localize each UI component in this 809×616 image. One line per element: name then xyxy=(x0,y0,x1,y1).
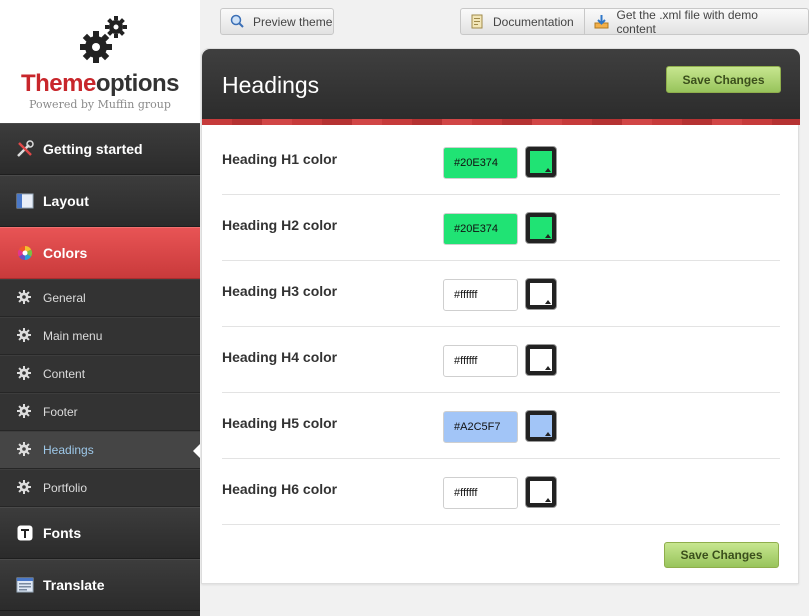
sidebar-subitem-content[interactable]: Content xyxy=(0,355,200,393)
sidebar-nav: Getting started Layout Colors General Ma… xyxy=(0,123,200,611)
sidebar-subitem-label: General xyxy=(43,291,86,305)
logo-subtitle: Powered by Muffin group xyxy=(29,98,171,111)
translate-icon xyxy=(16,576,34,594)
document-icon xyxy=(470,14,486,30)
documentation-button[interactable]: Documentation xyxy=(461,9,584,34)
sidebar-subitem-portfolio[interactable]: Portfolio xyxy=(0,469,200,507)
documentation-label: Documentation xyxy=(493,14,574,29)
swatch-color xyxy=(530,283,552,305)
gear-icon xyxy=(17,480,33,496)
gear-icon xyxy=(17,442,33,458)
color-value-field[interactable]: #ffffff xyxy=(443,477,518,509)
setting-label: Heading H4 color xyxy=(222,349,338,365)
sidebar-item-fonts[interactable]: Fonts xyxy=(0,507,200,559)
active-indicator-arrow xyxy=(193,444,200,458)
setting-row-h3: Heading H3 color #ffffff xyxy=(222,261,780,327)
gear-icon xyxy=(17,328,33,344)
logo-title: Themeoptions xyxy=(20,70,180,97)
setting-label: Heading H3 color xyxy=(222,283,338,299)
gears-logo-icon xyxy=(80,16,127,63)
color-value-field[interactable]: #A2C5F7 xyxy=(443,411,518,443)
sidebar-item-colors[interactable]: Colors xyxy=(0,227,200,279)
color-picker-swatch[interactable] xyxy=(525,212,557,244)
sidebar-subitem-label: Footer xyxy=(43,405,78,419)
save-changes-button-top[interactable]: Save Changes xyxy=(666,66,781,93)
sidebar-item-translate[interactable]: Translate xyxy=(0,559,200,611)
panel-header: Headings Save Changes xyxy=(202,49,800,119)
sidebar-item-label: Fonts xyxy=(43,525,82,541)
sidebar-item-layout[interactable]: Layout xyxy=(0,175,200,227)
preview-theme-button[interactable]: Preview theme xyxy=(220,8,334,35)
gear-icon xyxy=(17,290,33,306)
setting-row-h2: Heading H2 color #20E374 xyxy=(222,195,780,261)
color-value-field[interactable]: #ffffff xyxy=(443,279,518,311)
swatch-color xyxy=(530,349,552,371)
sidebar-subitem-label: Main menu xyxy=(43,329,103,343)
sidebar-subitem-general[interactable]: General xyxy=(0,279,200,317)
sidebar-item-label: Colors xyxy=(43,245,88,261)
gear-icon xyxy=(17,404,33,420)
swatch-color xyxy=(530,415,552,437)
setting-row-h4: Heading H4 color #ffffff xyxy=(222,327,780,393)
setting-label: Heading H5 color xyxy=(222,415,338,431)
color-picker-swatch[interactable] xyxy=(525,344,557,376)
color-picker-swatch[interactable] xyxy=(525,476,557,508)
color-picker-swatch[interactable] xyxy=(525,146,557,178)
toolbar-button-group: Documentation Get the .xml file with dem… xyxy=(460,7,809,36)
color-value-field[interactable]: #ffffff xyxy=(443,345,518,377)
magnifier-icon xyxy=(230,14,246,30)
sidebar-subitem-label: Headings xyxy=(43,443,94,457)
color-value-field[interactable]: #20E374 xyxy=(443,147,518,179)
sidebar-subitem-headings[interactable]: Headings xyxy=(0,431,200,469)
swatch-color xyxy=(530,217,552,239)
demo-content-button[interactable]: Get the .xml file with demo content xyxy=(583,7,808,36)
color-wheel-icon xyxy=(16,244,34,262)
sidebar-item-label: Getting started xyxy=(43,141,143,157)
color-value-field[interactable]: #20E374 xyxy=(443,213,518,245)
setting-label: Heading H1 color xyxy=(222,151,338,167)
sidebar-item-label: Layout xyxy=(43,193,89,209)
gear-icon xyxy=(17,366,33,382)
layout-icon xyxy=(16,192,34,210)
setting-row-h5: Heading H5 color #A2C5F7 xyxy=(222,393,780,459)
sidebar: Themeoptions Powered by Muffin group Get… xyxy=(0,0,200,616)
logo: Themeoptions Powered by Muffin group xyxy=(0,0,200,123)
sidebar-subitem-label: Content xyxy=(43,367,86,381)
setting-row-h1: Heading H1 color #20E374 xyxy=(222,129,780,195)
page-title: Headings xyxy=(222,72,320,98)
color-picker-swatch[interactable] xyxy=(525,410,557,442)
header-accent-strip xyxy=(202,119,800,125)
font-icon xyxy=(16,524,34,542)
setting-row-h6: Heading H6 color #ffffff xyxy=(222,459,780,525)
sidebar-item-label: Translate xyxy=(43,577,105,593)
sidebar-subitem-footer[interactable]: Footer xyxy=(0,393,200,431)
preview-theme-label: Preview theme xyxy=(253,14,333,29)
setting-label: Heading H6 color xyxy=(222,481,338,497)
color-picker-swatch[interactable] xyxy=(525,278,557,310)
download-icon xyxy=(594,14,610,30)
swatch-color xyxy=(530,151,552,173)
sidebar-subitem-main-menu[interactable]: Main menu xyxy=(0,317,200,355)
tools-icon xyxy=(16,140,34,158)
options-panel: Headings Save Changes Heading H1 color #… xyxy=(201,48,800,584)
setting-label: Heading H2 color xyxy=(222,217,338,233)
sidebar-item-getting-started[interactable]: Getting started xyxy=(0,123,200,175)
sidebar-subitem-label: Portfolio xyxy=(43,481,88,495)
save-changes-button-bottom[interactable]: Save Changes xyxy=(664,542,779,568)
swatch-color xyxy=(530,481,552,503)
demo-content-label: Get the .xml file with demo content xyxy=(616,7,758,36)
